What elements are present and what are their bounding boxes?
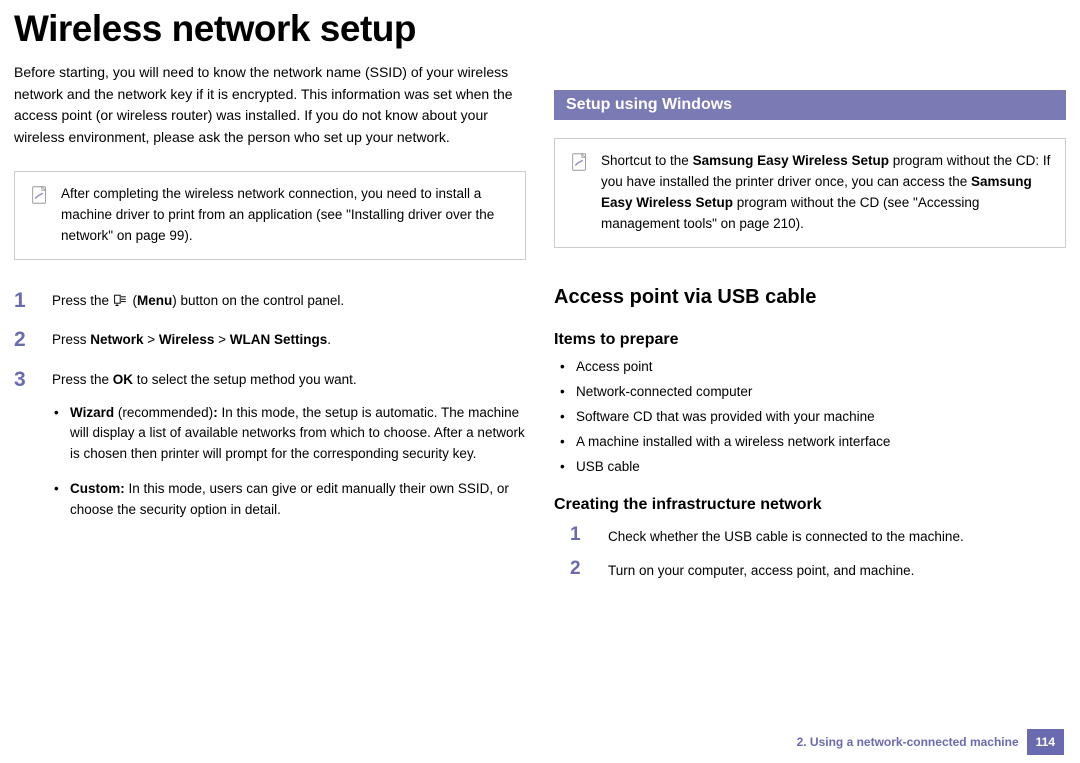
- step-3: 3 Press the OK to select the setup metho…: [14, 367, 526, 536]
- note-text: After completing the wireless network co…: [61, 184, 511, 247]
- step-number: 1: [14, 288, 38, 314]
- step-number: 2: [570, 558, 594, 582]
- footer-chapter: 2. Using a network-connected machine: [789, 729, 1027, 755]
- step-1-menu-bold: Menu: [137, 293, 172, 308]
- step-number: 2: [14, 327, 38, 352]
- step-number: 1: [570, 524, 594, 548]
- list-item: Network-connected computer: [554, 384, 1066, 399]
- menu-icon: [113, 293, 129, 314]
- step-1-text-post: ) button on the control panel.: [172, 293, 344, 308]
- note-text-windows: Shortcut to the Samsung Easy Wireless Se…: [601, 151, 1051, 235]
- infra-step-2: 2 Turn on your computer, access point, a…: [570, 558, 1066, 582]
- note-box-windows: Shortcut to the Samsung Easy Wireless Se…: [554, 138, 1066, 248]
- content-columns: Before starting, you will need to know t…: [0, 62, 1080, 592]
- list-item: Access point: [554, 359, 1066, 374]
- step-2: 2 Press Network > Wireless > WLAN Settin…: [14, 327, 526, 352]
- infra-step-1-text: Check whether the USB cable is connected…: [608, 524, 964, 548]
- note-box: After completing the wireless network co…: [14, 171, 526, 260]
- step-1: 1 Press the (Menu) button on th: [14, 288, 526, 314]
- custom-label: Custom: [70, 481, 120, 496]
- step-2-network: Network: [90, 332, 143, 347]
- footer-page-number: 114: [1027, 729, 1064, 755]
- list-item: A machine installed with a wireless netw…: [554, 434, 1066, 449]
- option-custom: Custom: In this mode, users can give or …: [52, 479, 526, 521]
- step-1-text-pre: Press the: [52, 293, 113, 308]
- infra-step-1: 1 Check whether the USB cable is connect…: [570, 524, 1066, 548]
- right-column: Setup using Windows Shortcut to the Sams…: [554, 62, 1066, 592]
- list-item: Software CD that was provided with your …: [554, 409, 1066, 424]
- step-list-main: 1 Press the (Menu) button on th: [14, 288, 526, 536]
- section-heading-bar: Setup using Windows: [554, 90, 1066, 120]
- intro-paragraph: Before starting, you will need to know t…: [14, 62, 526, 149]
- step-3-post: to select the setup method you want.: [133, 372, 357, 387]
- step-3-options: Wizard (recommended): In this mode, the …: [52, 403, 526, 522]
- creating-infrastructure-heading: Creating the infrastructure network: [554, 496, 1066, 514]
- page-title: Wireless network setup: [0, 0, 1080, 62]
- step-2-pre: Press: [52, 332, 90, 347]
- note-icon: [29, 184, 51, 206]
- list-item: USB cable: [554, 459, 1066, 474]
- step-number: 3: [14, 367, 38, 536]
- step-2-wireless: Wireless: [159, 332, 214, 347]
- custom-desc: In this mode, users can give or edit man…: [70, 481, 509, 517]
- items-to-prepare-heading: Items to prepare: [554, 331, 1066, 349]
- items-list: Access point Network-connected computer …: [554, 359, 1066, 474]
- infra-step-2-text: Turn on your computer, access point, and…: [608, 558, 914, 582]
- option-wizard: Wizard (recommended): In this mode, the …: [52, 403, 526, 466]
- step-3-ok: OK: [113, 372, 133, 387]
- note-icon: [569, 151, 591, 173]
- left-column: Before starting, you will need to know t…: [14, 62, 526, 592]
- subsection-access-point: Access point via USB cable: [554, 286, 1066, 309]
- infra-step-list: 1 Check whether the USB cable is connect…: [554, 524, 1066, 582]
- step-3-pre: Press the: [52, 372, 113, 387]
- page-footer: 2. Using a network-connected machine 114: [789, 729, 1064, 755]
- wizard-label: Wizard: [70, 405, 114, 420]
- step-2-wlan: WLAN Settings: [230, 332, 328, 347]
